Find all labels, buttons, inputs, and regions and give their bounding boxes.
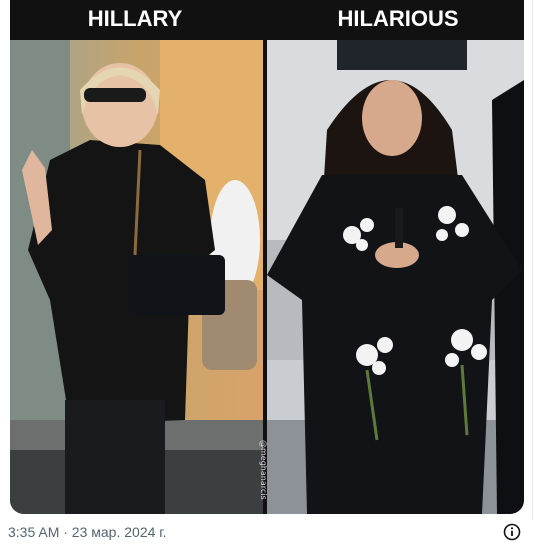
tweet-card: HILLARY HILARIOUS @meghanarcis 3:35 AM ·… (0, 0, 545, 549)
photo-right-illustration (267, 40, 524, 514)
photo-right (267, 40, 524, 514)
caption-left: HILLARY (87, 6, 183, 31)
photo-left (10, 40, 263, 514)
meme-image[interactable]: HILLARY HILARIOUS @meghanarcis (10, 0, 524, 514)
info-circle-icon[interactable] (503, 523, 521, 541)
tweet-timestamp[interactable]: 3:35 AM · 23 мар. 2024 г. (8, 522, 167, 542)
caption-right: HILARIOUS (337, 6, 459, 31)
photo-left-illustration (10, 40, 263, 514)
